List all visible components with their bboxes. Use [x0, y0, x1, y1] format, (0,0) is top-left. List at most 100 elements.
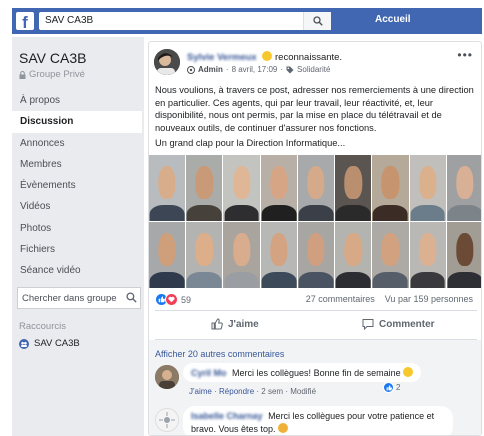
comment-likes-count: 2 [396, 383, 401, 392]
group-icon [19, 338, 29, 349]
tag-icon [286, 66, 294, 73]
views-count[interactable]: Vu par 159 personnes [385, 294, 473, 304]
post-meta: Admin · 8 avril, 17:09 · Solidarité [187, 65, 330, 74]
comment-likes[interactable]: 2 [383, 382, 400, 393]
comment-age[interactable]: 2 sem [261, 387, 283, 396]
group-nav: À propos Discussion Annonces Membres Évè… [12, 90, 144, 282]
lock-icon [19, 70, 26, 79]
team-portrait [223, 222, 260, 288]
team-portrait [297, 155, 335, 221]
team-portrait [297, 222, 335, 288]
like-button[interactable]: J'aime [211, 318, 259, 330]
commenter-avatar-image [155, 365, 179, 389]
meta-separator: · [225, 65, 229, 74]
top-bar-inner: f SAV CA3B Accueil [12, 8, 482, 34]
shortcuts-heading: Raccourcis [19, 321, 66, 332]
commenter-name[interactable]: Cyril Mo [191, 368, 227, 378]
team-portrait [223, 155, 260, 221]
team-photo-grid[interactable] [149, 155, 481, 288]
post-topic[interactable]: Solidarité [297, 65, 330, 74]
commenter-avatar-image [156, 409, 178, 431]
commenter-avatar[interactable] [155, 365, 179, 389]
post-date[interactable]: 8 avril, 17:09 [232, 65, 278, 74]
reactions-summary[interactable]: 59 [155, 293, 191, 306]
team-portrait [260, 155, 297, 221]
comment-edited[interactable]: Modifié [290, 387, 316, 396]
team-portrait [335, 155, 372, 221]
commenter-name[interactable]: Isabelle Charnay [191, 411, 263, 421]
feeling-emoji-icon [262, 51, 273, 61]
team-portrait [372, 155, 409, 221]
meta-separator: · [280, 65, 284, 74]
team-portrait [409, 155, 446, 221]
comment-meta: J'aime · Répondre · 2 sem · Modifié [189, 387, 316, 396]
counts-spacer [377, 294, 382, 304]
nav-item-photos[interactable]: Photos [12, 218, 144, 239]
like-reaction-icon [383, 382, 394, 393]
author-feeling: reconnaissante. [275, 52, 343, 63]
reactions-count: 59 [181, 294, 192, 305]
nav-item-events[interactable]: Évènements [12, 175, 144, 196]
search-button[interactable] [303, 12, 331, 30]
author-avatar[interactable] [154, 49, 180, 75]
comment-like-link[interactable]: J'aime [189, 387, 212, 396]
nav-item-announcements[interactable]: Annonces [12, 133, 144, 154]
admin-shield-icon [187, 65, 195, 74]
thumbs-up-icon [211, 318, 223, 330]
meta-separator: · [214, 387, 217, 396]
shortcut-label: SAV CA3B [34, 338, 80, 349]
comment-text: Merci les collègues! Bonne fin de semain… [232, 368, 401, 378]
show-more-comments-link[interactable]: Afficher 20 autres commentaires [155, 349, 284, 359]
author-role: Admin [198, 65, 223, 74]
nav-item-members[interactable]: Membres [12, 154, 144, 175]
meta-separator: · [285, 387, 288, 396]
author-name[interactable]: Sylvie Vermeux [187, 52, 257, 63]
commenter-avatar[interactable] [155, 408, 179, 432]
top-bar: f SAV CA3B Accueil [0, 0, 484, 37]
team-portrait [186, 155, 223, 221]
comment-bubble: Cyril Mo Merci les collègues! Bonne fin … [183, 363, 422, 382]
comment-bubble: Isabelle Charnay Merci les collègues pou… [183, 406, 453, 435]
team-portrait [409, 222, 446, 288]
grin-emoji-icon [403, 367, 414, 377]
author-row: Sylvie Vermeux reconnaissante. [187, 51, 342, 63]
group-search-placeholder: Chercher dans groupe [22, 293, 117, 304]
group-privacy: Groupe Privé [19, 69, 85, 80]
meta-separator: · [256, 387, 260, 396]
team-portrait [186, 222, 223, 288]
more-icon[interactable]: ••• [457, 48, 473, 62]
group-type-label: Groupe Privé [29, 69, 85, 80]
group-search-input[interactable]: Chercher dans groupe [17, 287, 141, 309]
team-portrait [446, 222, 481, 288]
avatar-image [154, 49, 180, 75]
search-input[interactable]: SAV CA3B [39, 12, 331, 30]
post-body-tagline: Un grand clap pour la Direction Informat… [155, 138, 346, 148]
team-portrait [260, 222, 297, 288]
team-portrait [372, 222, 409, 288]
team-portrait [149, 222, 186, 288]
nav-item-files[interactable]: Fichiers [12, 239, 144, 260]
shortcut-item[interactable]: SAV CA3B [19, 338, 80, 349]
nav-item-about[interactable]: À propos [12, 90, 144, 111]
search-value: SAV CA3B [45, 15, 94, 26]
post-card: Sylvie Vermeux reconnaissante. Admin · 8… [148, 41, 482, 436]
facebook-logo-icon[interactable]: f [16, 12, 34, 30]
nav-item-videos[interactable]: Vidéos [12, 196, 144, 217]
team-portrait [335, 222, 372, 288]
nav-item-discussion[interactable]: Discussion [12, 111, 142, 133]
search-icon [312, 16, 323, 26]
group-title[interactable]: SAV CA3B [19, 50, 86, 66]
team-portrait [149, 155, 186, 221]
comment-reply-link[interactable]: Répondre [219, 387, 254, 396]
search-icon[interactable] [126, 292, 137, 303]
group-sidebar: SAV CA3B Groupe Privé À propos Discussio… [12, 37, 144, 436]
engagement-counts: 27 commentaires Vu par 159 personnes [306, 294, 473, 304]
post-body: Nous voulions, à travers ce post, adress… [155, 85, 474, 134]
comments-count[interactable]: 27 commentaires [306, 294, 375, 304]
comments-section: Afficher 20 autres commentaires Cyril Mo… [149, 340, 481, 435]
comment-button[interactable]: Commenter [362, 318, 435, 330]
comment-label: Commenter [379, 318, 435, 330]
love-reaction-icon [165, 293, 178, 306]
nav-item-video-session[interactable]: Séance vidéo [12, 260, 144, 281]
home-link[interactable]: Accueil [375, 14, 411, 25]
